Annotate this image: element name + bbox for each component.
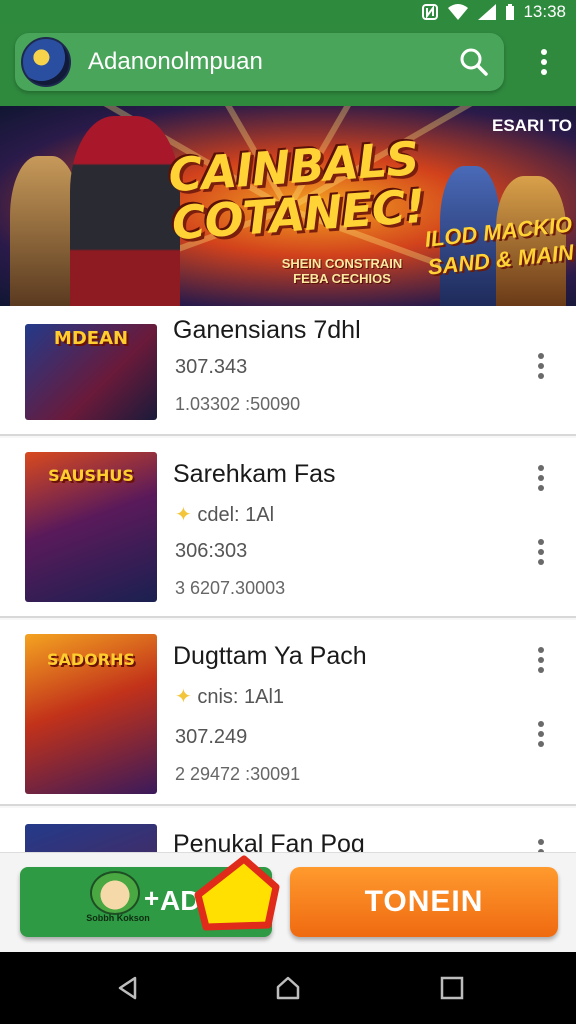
list-item[interactable]: MDEAN Ganensians 7dhl 307.343 1.03302 :5… — [0, 306, 576, 436]
game-thumbnail[interactable]: SADORHS — [25, 634, 157, 794]
search-button[interactable] — [450, 38, 498, 86]
bottom-action-bar: + ADD Sobbh Kokson TONEIN — [0, 852, 576, 952]
list-item[interactable]: SADORHS Dugttam Ya Pach ✦ cnis: 1Al1 307… — [0, 620, 576, 806]
search-icon — [460, 48, 488, 76]
game-meta: 3 6207.30003 — [175, 578, 286, 598]
status-bar: 13:38 — [0, 0, 576, 24]
system-nav-bar — [0, 952, 576, 1024]
star-icon: ✦ — [175, 686, 192, 708]
item-menu-button[interactable] — [528, 642, 554, 678]
star-icon: ✦ — [175, 504, 192, 526]
thumbnail-logo-text: SADORHS — [46, 650, 136, 669]
game-title: Ganensians 7dhl — [173, 316, 361, 344]
game-stat: 306:303 — [175, 540, 248, 562]
list-item[interactable]: Penukal Fan Pog — [0, 808, 576, 854]
app-bar: Adanonolmpuan — [15, 33, 504, 91]
signal-icon — [477, 3, 497, 21]
pointer-arrow-icon — [194, 855, 280, 931]
more-vert-icon — [541, 49, 547, 75]
item-secondary-menu-button[interactable] — [528, 534, 554, 570]
game-stat: 307.249 — [175, 726, 248, 748]
overflow-menu-button[interactable] — [524, 40, 564, 84]
plus-icon: + — [144, 883, 160, 913]
game-title: Dugttam Ya Pach — [173, 642, 367, 670]
recents-square-icon — [440, 976, 464, 1000]
list-item[interactable]: SAUSHUS Sarehkam Fas ✦ cdel: 1Al 306:303… — [0, 438, 576, 618]
hero-character-main — [70, 116, 180, 306]
back-button[interactable] — [98, 966, 158, 1010]
game-title: Sarehkam Fas — [173, 460, 336, 488]
battery-icon — [505, 3, 515, 21]
game-rating: ✦ cdel: 1Al — [175, 504, 275, 526]
banner-corner-text: ESARI TO — [492, 116, 572, 135]
game-title: Penukal Fan Pog — [173, 830, 365, 854]
home-button[interactable] — [258, 966, 318, 1010]
game-stat: 307.343 — [175, 356, 248, 378]
thumbnail-logo-text: MDEAN — [53, 328, 129, 349]
game-meta: 1.03302 :50090 — [175, 394, 301, 414]
banner-subtitle: SHEIN CONSTRAIN FEBA CECHIOS — [281, 256, 403, 286]
game-rating: ✦ cnis: 1Al1 — [175, 686, 285, 708]
primary-action-button[interactable]: TONEIN — [290, 867, 558, 937]
status-time: 13:38 — [523, 2, 566, 21]
promo-banner[interactable]: CAINBALS COTANEC! ESARI TO ILOD MACKIO S… — [0, 106, 576, 306]
mascot-icon — [90, 871, 140, 915]
home-icon — [276, 976, 300, 1000]
wifi-icon — [447, 3, 469, 21]
add-button-caption: Sobbh Kokson — [86, 913, 150, 923]
item-secondary-menu-button[interactable] — [528, 716, 554, 752]
game-meta: 2 29472 :30091 — [175, 764, 301, 784]
game-thumbnail[interactable]: MDEAN — [25, 324, 157, 420]
app-logo[interactable] — [21, 37, 71, 87]
item-menu-button[interactable] — [528, 348, 554, 384]
game-thumbnail[interactable] — [25, 824, 157, 854]
back-triangle-icon — [118, 976, 137, 1000]
thumbnail-logo-text: SAUSHUS — [48, 466, 134, 485]
game-thumbnail[interactable]: SAUSHUS — [25, 452, 157, 602]
recents-button[interactable] — [422, 966, 482, 1010]
game-list: MDEAN Ganensians 7dhl 307.343 1.03302 :5… — [0, 306, 576, 854]
banner-title: CAINBALS COTANEC! — [166, 131, 427, 251]
item-menu-button[interactable] — [528, 460, 554, 496]
nfc-icon — [421, 3, 439, 21]
item-menu-button[interactable] — [528, 834, 554, 854]
app-title: Adanonolmpuan — [88, 48, 263, 75]
